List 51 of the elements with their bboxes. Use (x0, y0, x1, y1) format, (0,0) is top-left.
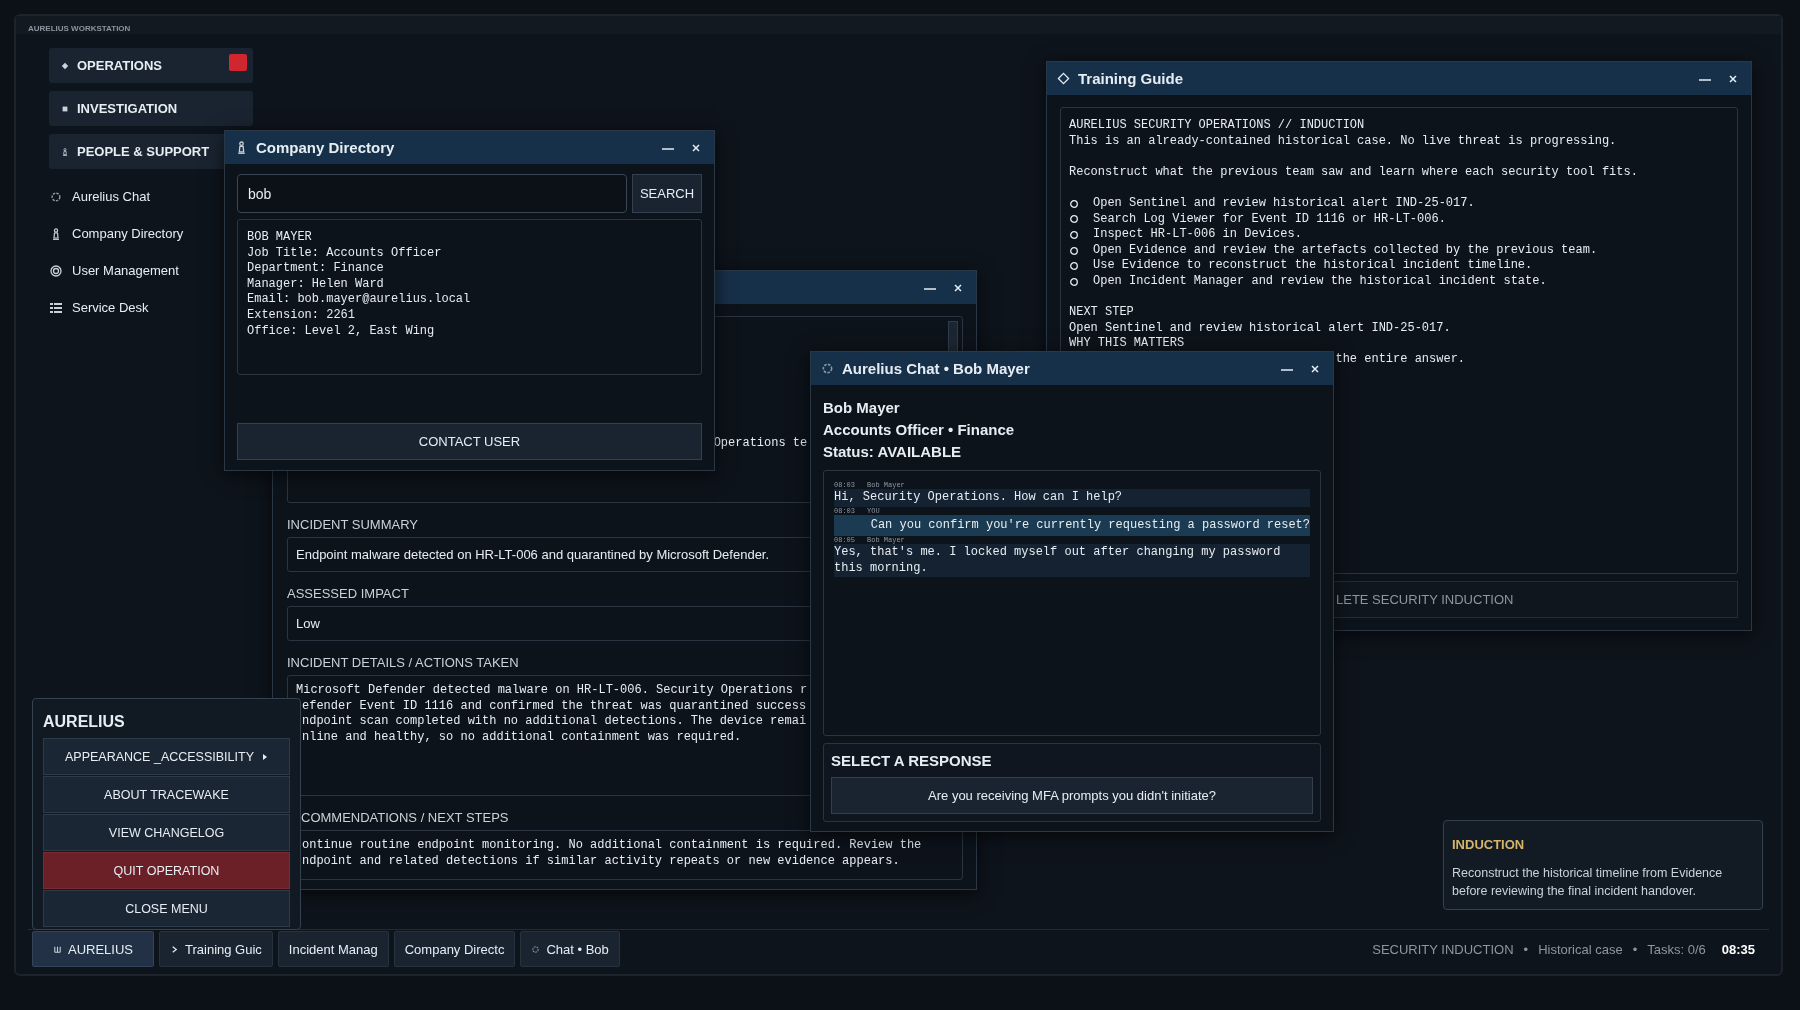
text-line: efender Event ID 1116 and confirmed the threat was quarantined success (301, 698, 808, 715)
status-text: • (1523, 941, 1529, 957)
task-text: Inspect HR-LT-006 in Devices. (1093, 227, 1302, 243)
message-bubble: Can you confirm you're currently requesting a password reset? (834, 514, 1310, 537)
menu-title: AURELIUS (43, 712, 126, 732)
induction-text: Reconstruct the historical timeline from Evidence before reviewing the final incident handover. (1452, 865, 1724, 900)
field-label: INCIDENT SUMMARY (287, 517, 418, 532)
text-line: ontinue routine endpoint monitoring. No additional containment is required. Review the (301, 838, 923, 854)
window-title: Training Guide (1078, 70, 1183, 87)
guide-text: Reconstruct what the previous team saw and learn where each security tool fits. (1069, 164, 1639, 181)
guide-text: Open Sentinel and review historical alert IND-25-017. (1069, 320, 1452, 337)
field-label: INCIDENT DETAILS / ACTIONS TAKEN (287, 655, 519, 670)
status-text: • (1632, 941, 1638, 957)
status-text: Tasks: 0/6 (1647, 941, 1706, 957)
induction-title: INDUCTION (1452, 837, 1526, 852)
text-line: ndpoint scan completed with no additional detections. The device remai (301, 714, 808, 730)
result-line: Department: Finance (247, 261, 385, 277)
clock: 08:35 (1721, 941, 1755, 957)
guide-heading: NEXT STEP (1069, 305, 1135, 321)
task-text: Search Log Viewer for Event ID 1116 or HR-LT-006. (1093, 211, 1446, 228)
result-line: Manager: Helen Ward (247, 276, 385, 293)
contact-status: Status: AVAILABLE (823, 442, 963, 462)
result-line: Job Title: Accounts Officer (247, 245, 443, 262)
task-text: Open Evidence and review the artefacts collected by the previous team. (1093, 242, 1598, 259)
text-line: Microsoft Defender detected malware on HR-LT-006. Security Operations r (296, 683, 809, 699)
response-heading: SELECT A RESPONSE (831, 752, 993, 769)
contact-name: Bob Mayer (823, 398, 901, 418)
task-text: Open Sentinel and review historical alert IND-25-017. (1093, 195, 1475, 212)
result-line: Email: bob.mayer@aurelius.local (247, 292, 472, 308)
status-text: Historical case (1538, 941, 1623, 957)
task-text: Open Incident Manager and review the historical incident state. (1093, 273, 1547, 290)
notes-text: Operations te (713, 436, 808, 450)
result-line: BOB MAYER (247, 230, 313, 246)
window-title: Company Directory (256, 139, 395, 156)
window-title: Aurelius Chat • Bob Mayer (842, 360, 1030, 377)
field-label: COMMENDATIONS / NEXT STEPS (300, 810, 509, 825)
message-bubble: Hi, Security Operations. How can I help? (834, 489, 1310, 507)
guide-heading: WHY THIS MATTERS (1069, 336, 1186, 352)
guide-text: AURELIUS SECURITY OPERATIONS // INDUCTION (1069, 118, 1366, 134)
result-line: Extension: 2261 (247, 307, 357, 324)
result-line: Office: Level 2, East Wing (247, 323, 436, 340)
status-text: SECURITY INDUCTION (1372, 941, 1514, 957)
text-line: nline and healthy, so no additional containment was required. (301, 729, 743, 746)
task-text: Use Evidence to reconstruct the historical incident timeline. (1093, 258, 1533, 274)
contact-role: Accounts Officer • Finance (823, 420, 1016, 440)
workstation-title: AURELIUS WORKSTATION (16, 16, 1781, 34)
field-label: ASSESSED IMPACT (287, 586, 409, 601)
message-bubble: Yes, that's me. I locked myself out after changing my password this morning. (834, 544, 1310, 578)
guide-text: This is an already-contained historical case. No live threat is progressing. (1069, 133, 1618, 150)
text-line: ndpoint and related detections if similar activity repeats or new evidence appears. (301, 853, 901, 870)
guide-text: the entire answer. (1334, 351, 1467, 368)
